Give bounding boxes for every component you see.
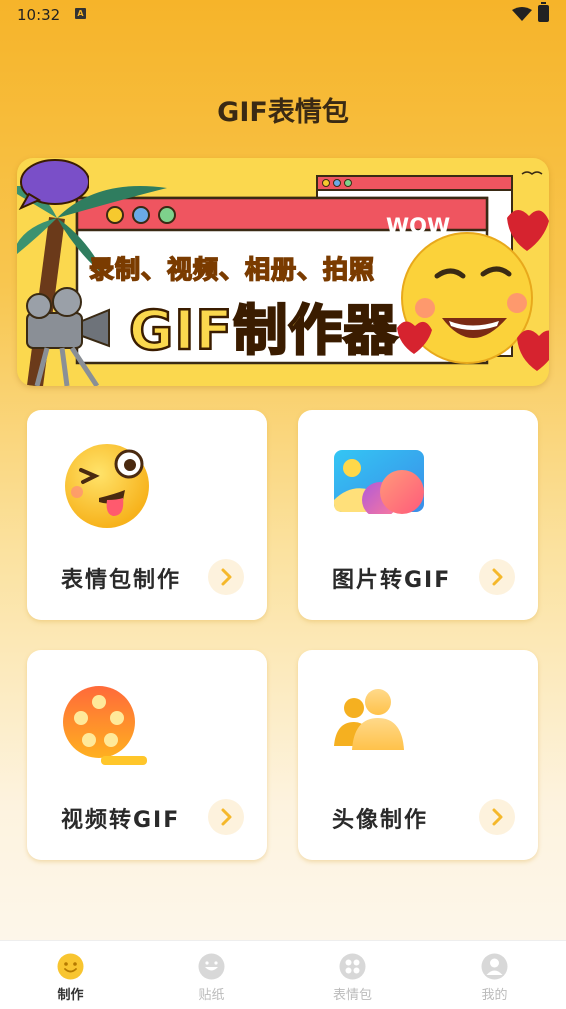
banner-title: GIF制作器 — [128, 298, 399, 364]
grid-icon — [339, 953, 366, 980]
bottom-nav: 制作 贴纸 表情包 我的 — [0, 940, 566, 1009]
nav-item-make[interactable]: 制作 — [0, 941, 141, 1009]
card-video-to-gif[interactable]: 视频转GIF — [27, 650, 267, 860]
nav-label: 制作 — [57, 988, 84, 1003]
emoji-icon — [57, 953, 84, 980]
notification-a-icon: A — [75, 8, 86, 19]
chevron-right-icon[interactable] — [208, 559, 244, 595]
nav-label: 我的 — [481, 988, 508, 1003]
card-image-to-gif[interactable]: 图片转GIF — [298, 410, 538, 620]
wow-text: WOW — [386, 214, 451, 238]
card-label: 视频转GIF — [61, 808, 181, 833]
status-bar: 10:32 A — [0, 0, 566, 30]
card-label: 图片转GIF — [332, 568, 452, 593]
user-icon — [481, 953, 508, 980]
card-emoji-maker[interactable]: 表情包制作 — [27, 410, 267, 620]
chevron-right-icon[interactable] — [479, 799, 515, 835]
nav-label: 表情包 — [332, 988, 372, 1003]
picture-icon — [334, 450, 424, 514]
card-avatar-maker[interactable]: 头像制作 — [298, 650, 538, 860]
battery-icon — [538, 2, 549, 22]
nav-item-stickers[interactable]: 贴纸 — [141, 941, 282, 1009]
status-time: 10:32 — [17, 6, 61, 24]
chevron-right-icon[interactable] — [479, 559, 515, 595]
tongue-emoji-icon — [65, 444, 149, 528]
wifi-icon — [512, 7, 532, 21]
nav-item-profile[interactable]: 我的 — [424, 941, 565, 1009]
film-reel-icon — [63, 686, 147, 765]
nav-item-emoji-packs[interactable]: 表情包 — [282, 941, 423, 1009]
card-label: 表情包制作 — [61, 568, 182, 593]
card-label: 头像制作 — [332, 808, 429, 833]
page-title: GIF表情包 — [217, 97, 349, 128]
smile-icon — [198, 953, 225, 980]
wow-bubble-icon — [18, 159, 89, 210]
nav-label: 贴纸 — [198, 988, 225, 1003]
users-icon — [334, 689, 404, 750]
chevron-right-icon[interactable] — [208, 799, 244, 835]
banner-subtitle: 录制、视频、相册、拍照 — [88, 254, 376, 285]
promo-banner[interactable]: WOW 录制、视频、相册、拍照 GIF制作器 — [17, 158, 549, 386]
